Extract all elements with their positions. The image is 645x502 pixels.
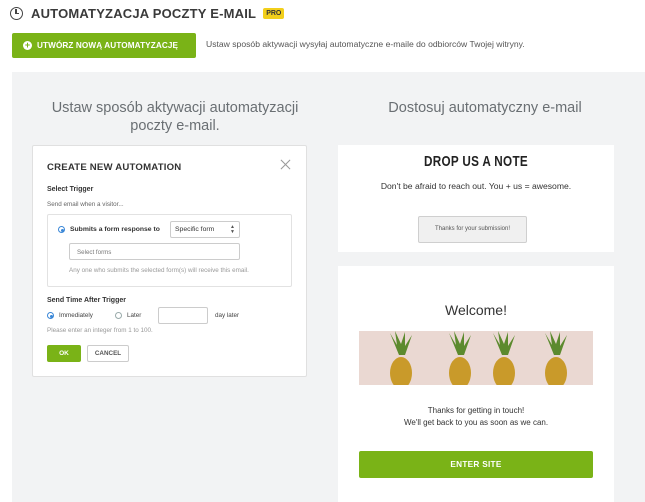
plus-circle-icon: + bbox=[23, 40, 32, 50]
left-column-heading: Ustaw sposób aktywacji automatyzacji poc… bbox=[40, 99, 310, 135]
pineapple-illustration bbox=[359, 331, 593, 385]
submits-form-radio[interactable] bbox=[58, 226, 65, 233]
intro-text: Ustaw sposób aktywacji wysyłaj automatyc… bbox=[206, 39, 525, 49]
trigger-form-select[interactable]: Specific form ▲ ▼ bbox=[170, 221, 240, 238]
welcome-title: Welcome! bbox=[445, 302, 507, 318]
cancel-button[interactable]: CANCEL bbox=[87, 345, 129, 362]
integer-hint: Please enter an integer from 1 to 100. bbox=[47, 327, 153, 334]
thanks-submission-button[interactable]: Thanks for your submission! bbox=[418, 216, 527, 243]
left-heading-line1: Ustaw sposób aktywacji automatyzacji bbox=[51, 100, 299, 116]
clock-icon bbox=[10, 6, 23, 20]
right-column-heading: Dostosuj automatyczny e-mail bbox=[388, 100, 582, 116]
select-trigger-label: Select Trigger bbox=[47, 186, 94, 193]
later-days-input[interactable] bbox=[158, 307, 208, 324]
trigger-hint: Send email when a visitor... bbox=[47, 201, 124, 208]
create-automation-label: UTWÓRZ NOWĄ AUTOMATYZACJĘ bbox=[37, 41, 179, 50]
submits-form-label: Submits a form response to bbox=[70, 226, 160, 233]
ok-button[interactable]: OK bbox=[47, 345, 81, 362]
note-title: DROP US A NOTE bbox=[423, 153, 529, 170]
page-title: AUTOMATYZACJA POCZTY E-MAIL bbox=[31, 5, 257, 21]
welcome-line-2: We'll get back to you as soon as we can. bbox=[403, 418, 549, 427]
page: AUTOMATYZACJA POCZTY E-MAIL PRO + UTWÓRZ… bbox=[0, 0, 645, 502]
immediately-radio[interactable] bbox=[47, 312, 54, 319]
select-forms-input[interactable]: Select forms bbox=[69, 243, 240, 260]
day-later-label: day later bbox=[215, 312, 240, 319]
welcome-email-preview[interactable]: Welcome! Thanks for getting in touch! We… bbox=[338, 266, 614, 502]
send-time-label: Send Time After Trigger bbox=[47, 297, 126, 304]
later-label: Later bbox=[127, 312, 142, 319]
create-automation-button[interactable]: + UTWÓRZ NOWĄ AUTOMATYZACJĘ bbox=[12, 33, 196, 58]
left-heading-line2: poczty e-mail. bbox=[130, 118, 220, 134]
note-email-preview[interactable]: DROP US A NOTE Don't be afraid to reach … bbox=[338, 145, 614, 252]
welcome-line-1: Thanks for getting in touch! bbox=[427, 406, 525, 415]
immediately-label: Immediately bbox=[59, 312, 93, 319]
enter-site-button[interactable]: ENTER SITE bbox=[359, 451, 593, 478]
chevron-updown-icon: ▲ ▼ bbox=[230, 224, 235, 235]
note-subtitle: Don't be afraid to reach out. You + us =… bbox=[380, 181, 572, 191]
pro-badge: PRO bbox=[263, 7, 285, 19]
later-radio[interactable] bbox=[115, 312, 122, 319]
pineapple-banner-image bbox=[359, 331, 593, 385]
card-title: CREATE NEW AUTOMATION bbox=[47, 162, 182, 173]
create-automation-card: CREATE NEW AUTOMATION Select Trigger Sen… bbox=[32, 145, 307, 377]
forms-note: Any one who submits the selected form(s)… bbox=[69, 267, 249, 274]
page-header: AUTOMATYZACJA POCZTY E-MAIL PRO bbox=[10, 4, 285, 22]
trigger-form-select-value: Specific form bbox=[175, 226, 215, 233]
close-icon[interactable] bbox=[280, 158, 292, 170]
